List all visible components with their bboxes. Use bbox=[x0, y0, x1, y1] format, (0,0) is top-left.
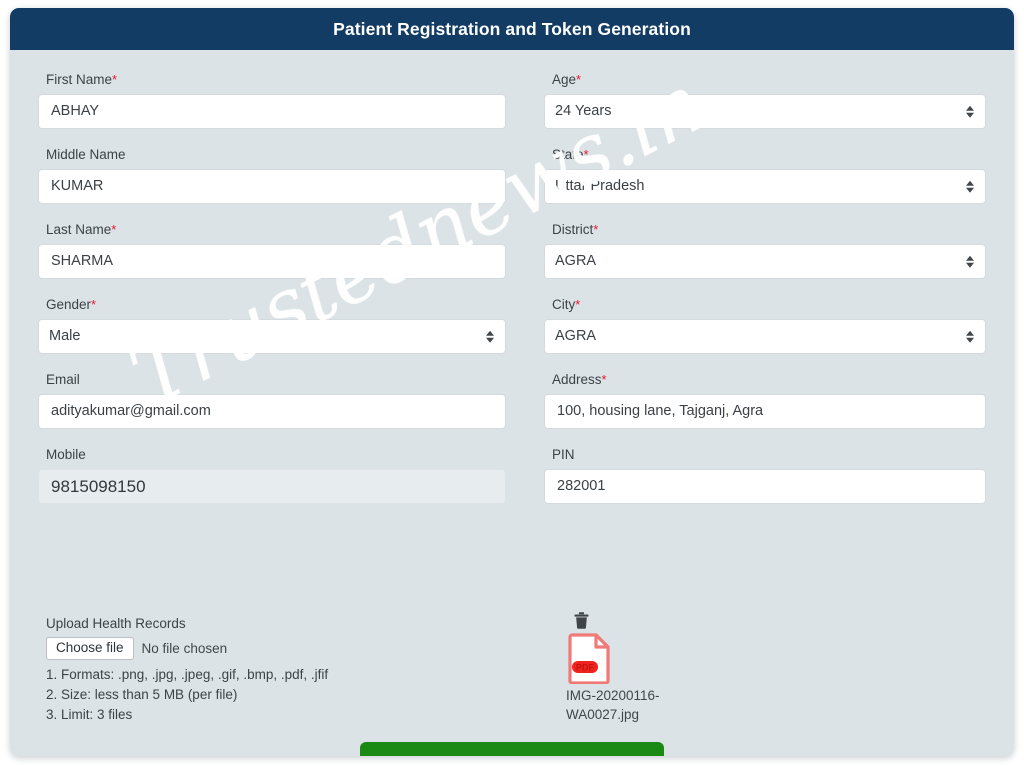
mobile-value: 9815098150 bbox=[51, 477, 146, 496]
state-select[interactable]: Uttar Pradesh bbox=[544, 169, 986, 204]
age-required-marker: * bbox=[576, 72, 582, 87]
field-pin: PIN 282001 bbox=[544, 447, 986, 504]
state-value: Uttar Pradesh bbox=[555, 178, 645, 194]
district-value: AGRA bbox=[555, 253, 597, 269]
city-required-marker: * bbox=[575, 297, 581, 312]
upload-health-records-section: Upload Health Records Choose file No fil… bbox=[46, 616, 486, 725]
gender-label-text: Gender bbox=[46, 297, 92, 312]
first-name-label-text: First Name bbox=[46, 72, 113, 87]
state-label: State* bbox=[552, 147, 986, 162]
card-body: Trustednews.in First Name* ABHAY Middle Na… bbox=[10, 50, 1014, 756]
upload-hint-formats: 1. Formats: .png, .jpg, .jpeg, .gif, .bm… bbox=[46, 667, 329, 682]
field-mobile: Mobile 9815098150 bbox=[38, 447, 506, 504]
address-input[interactable]: 100, housing lane, Tajganj, Agra bbox=[544, 394, 986, 429]
pin-label: PIN bbox=[552, 447, 986, 462]
address-label-text: Address bbox=[552, 372, 602, 387]
field-gender: Gender* Male bbox=[38, 297, 506, 354]
state-stepper-arrows-icon[interactable] bbox=[966, 180, 974, 193]
first-name-required-marker: * bbox=[112, 72, 118, 87]
gender-required-marker: * bbox=[91, 297, 97, 312]
svg-text:PDF: PDF bbox=[576, 663, 595, 673]
district-stepper-arrows-icon[interactable] bbox=[966, 255, 974, 268]
upload-hint-size: 2. Size: less than 5 MB (per file) bbox=[46, 687, 238, 702]
field-district: District* AGRA bbox=[544, 222, 986, 279]
district-label-text: District bbox=[552, 222, 594, 237]
last-name-required-marker: * bbox=[111, 222, 117, 237]
mobile-label: Mobile bbox=[46, 447, 506, 462]
gender-label: Gender* bbox=[46, 297, 506, 312]
middle-name-value: KUMAR bbox=[51, 178, 104, 194]
registration-card: Patient Registration and Token Generatio… bbox=[10, 8, 1014, 756]
pin-label-text: PIN bbox=[552, 447, 575, 462]
last-name-label-text: Last Name bbox=[46, 222, 112, 237]
city-value: AGRA bbox=[555, 328, 597, 344]
age-label-text: Age bbox=[552, 72, 577, 87]
city-label-text: City bbox=[552, 297, 576, 312]
first-name-input[interactable]: ABHAY bbox=[38, 94, 506, 129]
gender-stepper-arrows-icon[interactable] bbox=[486, 330, 494, 343]
last-name-label: Last Name* bbox=[46, 222, 506, 237]
district-required-marker: * bbox=[593, 222, 599, 237]
trash-icon[interactable] bbox=[574, 612, 589, 629]
mobile-label-text: Mobile bbox=[46, 447, 86, 462]
age-select[interactable]: 24 Years bbox=[544, 94, 986, 129]
gender-select[interactable]: Male bbox=[38, 319, 506, 354]
mobile-input[interactable]: 9815098150 bbox=[38, 469, 506, 504]
page-root: Patient Registration and Token Generatio… bbox=[0, 0, 1024, 766]
middle-name-input[interactable]: KUMAR bbox=[38, 169, 506, 204]
email-input[interactable]: adityakumar@gmail.com bbox=[38, 394, 506, 429]
last-name-input[interactable]: SHARMA bbox=[38, 244, 506, 279]
email-label-text: Email bbox=[46, 372, 80, 387]
choose-file-button[interactable]: Choose file bbox=[46, 637, 134, 660]
field-middle-name: Middle Name KUMAR bbox=[38, 147, 506, 204]
district-select[interactable]: AGRA bbox=[544, 244, 986, 279]
address-label: Address* bbox=[552, 372, 986, 387]
middle-name-label-text: Middle Name bbox=[46, 147, 126, 162]
last-name-value: SHARMA bbox=[51, 253, 114, 269]
pin-input[interactable]: 282001 bbox=[544, 469, 986, 504]
pdf-file-icon[interactable]: PDF bbox=[568, 632, 612, 684]
card-header: Patient Registration and Token Generatio… bbox=[10, 8, 1014, 50]
field-last-name: Last Name* SHARMA bbox=[38, 222, 506, 279]
age-stepper-arrows-icon[interactable] bbox=[966, 105, 974, 118]
city-label: City* bbox=[552, 297, 986, 312]
file-chosen-status: No file chosen bbox=[141, 641, 228, 656]
city-stepper-arrows-icon[interactable] bbox=[966, 330, 974, 343]
first-name-value: ABHAY bbox=[51, 103, 100, 119]
email-label: Email bbox=[46, 372, 506, 387]
attached-file-item: PDF IMG-20200116-WA0027.jpg bbox=[566, 612, 706, 724]
file-input-row[interactable]: Choose file No file chosen bbox=[46, 637, 486, 660]
registration-form: First Name* ABHAY Middle Name KUMAR Last Nam… bbox=[10, 50, 1014, 522]
form-column-right: Age* 24 Years State* Uttar Pradesh District*… bbox=[544, 72, 986, 522]
upload-hint-limit: 3. Limit: 3 files bbox=[46, 707, 133, 722]
district-label: District* bbox=[552, 222, 986, 237]
age-label: Age* bbox=[552, 72, 986, 87]
attached-file-name: IMG-20200116-WA0027.jpg bbox=[566, 688, 660, 722]
pin-value: 282001 bbox=[557, 478, 606, 494]
submit-row: Generate Patient ID & Token bbox=[10, 742, 1014, 756]
state-required-marker: * bbox=[583, 147, 589, 162]
field-city: City* AGRA bbox=[544, 297, 986, 354]
address-value: 100, housing lane, Tajganj, Agra bbox=[557, 403, 764, 419]
field-address: Address* 100, housing lane, Tajganj, Agra bbox=[544, 372, 986, 429]
upload-section-label: Upload Health Records bbox=[46, 616, 186, 631]
address-required-marker: * bbox=[601, 372, 607, 387]
page-title: Patient Registration and Token Generatio… bbox=[333, 18, 691, 39]
field-first-name: First Name* ABHAY bbox=[38, 72, 506, 129]
field-email: Email adityakumar@gmail.com bbox=[38, 372, 506, 429]
middle-name-label: Middle Name bbox=[46, 147, 506, 162]
form-column-left: First Name* ABHAY Middle Name KUMAR Last Nam… bbox=[38, 72, 506, 522]
generate-patient-id-token-button[interactable]: Generate Patient ID & Token bbox=[360, 742, 664, 756]
age-value: 24 Years bbox=[555, 103, 612, 119]
state-label-text: State bbox=[552, 147, 584, 162]
first-name-label: First Name* bbox=[46, 72, 506, 87]
gender-value: Male bbox=[49, 328, 81, 344]
city-select[interactable]: AGRA bbox=[544, 319, 986, 354]
field-age: Age* 24 Years bbox=[544, 72, 986, 129]
email-value: adityakumar@gmail.com bbox=[51, 403, 211, 419]
field-state: State* Uttar Pradesh bbox=[544, 147, 986, 204]
